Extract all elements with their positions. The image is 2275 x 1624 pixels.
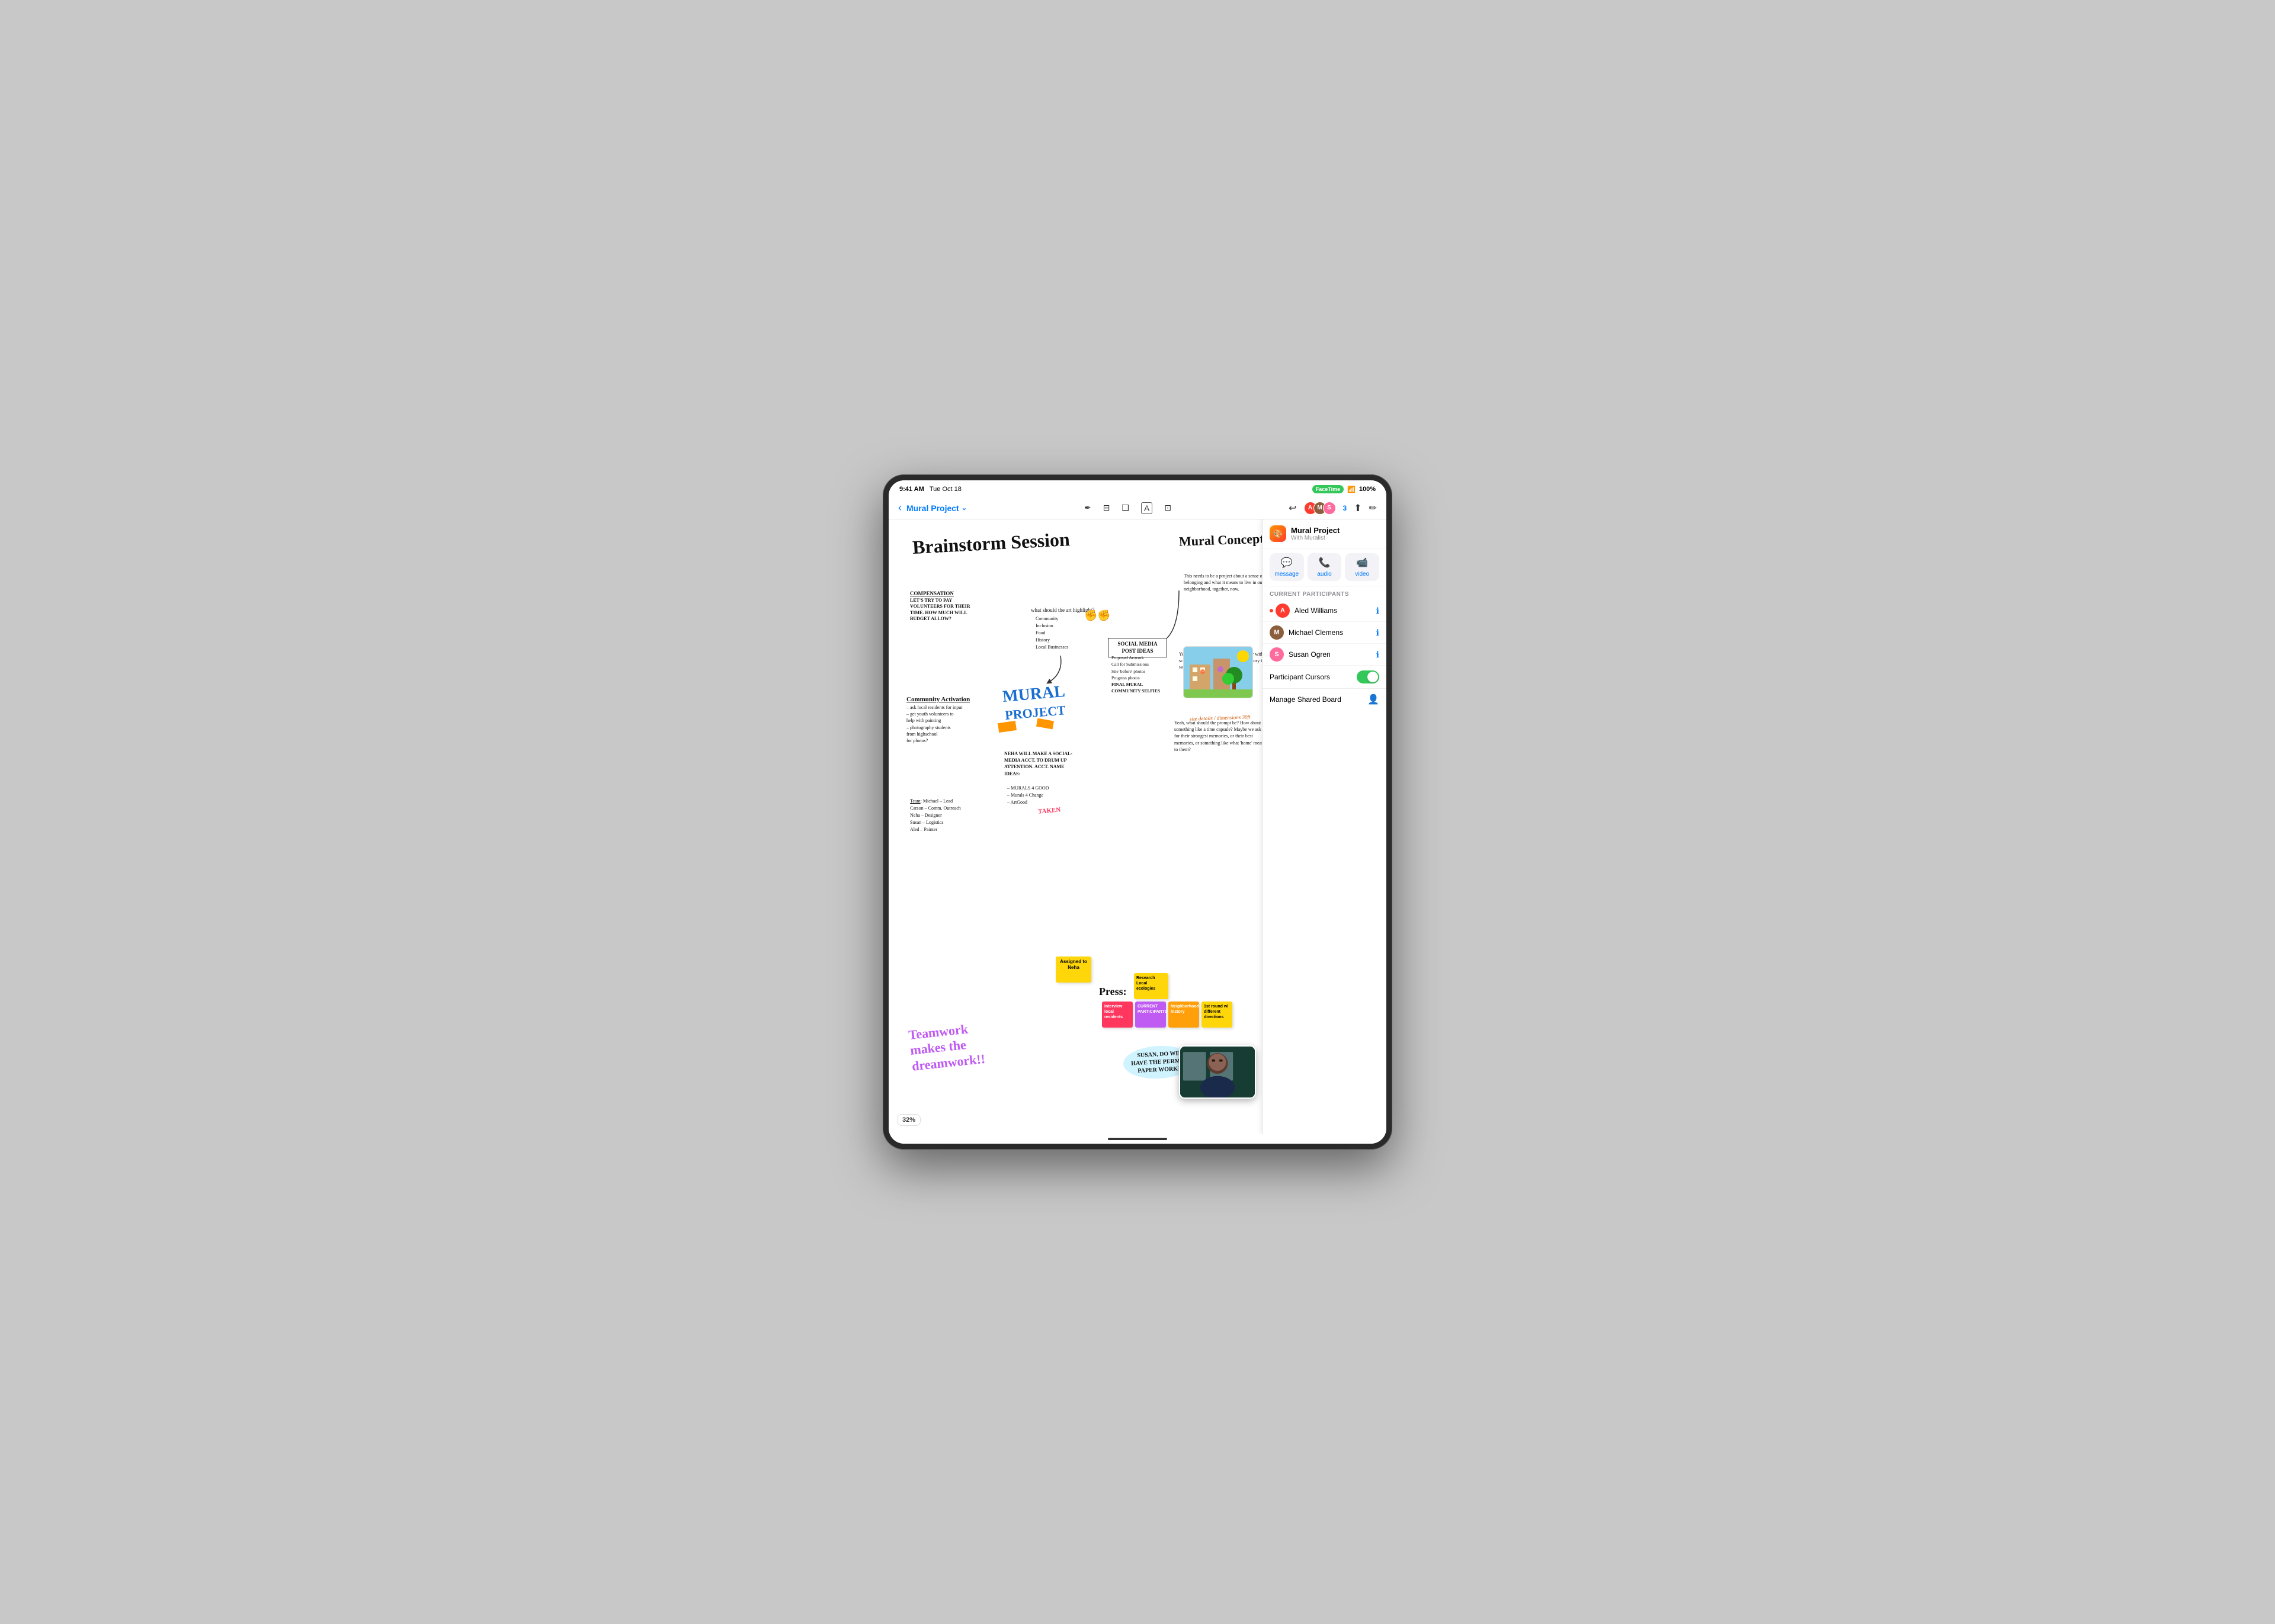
facetime-badge: FaceTime <box>1312 485 1344 493</box>
manage-board-icon: 👤 <box>1367 694 1379 705</box>
status-time: 9:41 AM <box>899 486 924 493</box>
brainstorm-title: Brainstorm Session <box>912 528 1070 559</box>
sticky-research: Research Local ecologies <box>1134 973 1168 999</box>
mural-project-logo: MURAL PROJECT <box>992 679 1069 739</box>
info-icon-susan[interactable]: ℹ <box>1376 650 1379 660</box>
participant-row: M Michael Clemens ℹ <box>1263 622 1386 644</box>
participant-cursors-toggle[interactable] <box>1357 670 1379 683</box>
participant-cursors-label: Participant Cursors <box>1270 673 1357 681</box>
pen-tool-icon[interactable]: ✒ <box>1084 503 1091 513</box>
toolbar-center: ✒ ⊟ ❑ A ⊡ <box>974 502 1281 514</box>
edit-icon[interactable]: ✏ <box>1369 502 1377 514</box>
contact-buttons: 💬 message 📞 audio 📹 video <box>1263 548 1386 586</box>
mural-image <box>1183 646 1253 698</box>
compensation-text: LET'S TRY TO PAY VOLUNTEERS FOR THEIR TI… <box>910 598 981 622</box>
compensation-heading: COMPENSATION <box>910 590 954 596</box>
taken-badge: TAKEN <box>1038 806 1061 815</box>
community-text: – ask local residents for input– get you… <box>906 704 983 744</box>
sidebar-panel: 🎨 Mural Project With Muralist 💬 message … <box>1262 519 1386 1134</box>
participants-section-label: CURRENT PARTICIPANTS <box>1263 586 1386 600</box>
toolbar: ‹ Mural Project ⌄ ✒ ⊟ ❑ A ⊡ ↩ A M S <box>889 497 1386 519</box>
message-label: message <box>1275 571 1299 577</box>
battery-text: 100% <box>1359 486 1376 493</box>
neha-text: NEHA WILL MAKE A SOCIAL-MEDIA ACCT. TO D… <box>1004 750 1081 777</box>
status-date: Tue Oct 18 <box>930 486 962 493</box>
participant-row: S Susan Ogren ℹ <box>1263 644 1386 666</box>
video-call-thumbnail <box>1179 1045 1256 1099</box>
status-right: FaceTime 📶 100% <box>1312 485 1376 493</box>
mural-concepts-title: Mural Concepts <box>1179 531 1270 549</box>
teamwork-text: Teamworkmakes thedreamwork!! <box>908 1017 1012 1074</box>
share-icon[interactable]: ⬆ <box>1354 502 1361 514</box>
wifi-icon: 📶 <box>1347 486 1356 493</box>
message-button[interactable]: 💬 message <box>1270 553 1304 581</box>
avatar-aled: A <box>1276 604 1290 618</box>
home-bar <box>1108 1138 1167 1140</box>
avatar-susan: S <box>1270 647 1284 662</box>
main-content: Brainstorm Session Mural Concepts COMPEN… <box>889 519 1386 1134</box>
app-icon: 🎨 <box>1270 525 1286 542</box>
media-icon[interactable]: ⊡ <box>1164 503 1171 513</box>
sticky-assigned-neha: Assigned to Neha <box>1056 957 1091 983</box>
sticky-first-round: 1st round w/ different directions <box>1201 1002 1232 1028</box>
online-dot <box>1270 609 1273 612</box>
acct-names: – MURALS 4 GOOD– Murals 4 Change– ArtGoo… <box>1007 785 1078 806</box>
info-icon-michael[interactable]: ℹ <box>1376 628 1379 638</box>
audio-button[interactable]: 📞 audio <box>1308 553 1342 581</box>
participant-name-aled: Aled Williams <box>1294 606 1372 615</box>
sidebar-header: 🎨 Mural Project With Muralist <box>1263 519 1386 548</box>
participant-row: A Aled Williams ℹ <box>1263 600 1386 622</box>
sticky-interview: Interview local residents <box>1102 1002 1133 1028</box>
text-icon[interactable]: A <box>1141 502 1152 514</box>
audio-label: audio <box>1317 571 1331 577</box>
participant-name-michael: Michael Clemens <box>1289 628 1372 637</box>
manage-shared-board-row[interactable]: Manage Shared Board 👤 <box>1263 689 1386 710</box>
back-button[interactable]: ‹ <box>898 502 902 514</box>
conversation-3: Yeah, what should the prompt be? How abo… <box>1174 720 1266 753</box>
message-icon: 💬 <box>1281 557 1293 569</box>
toolbar-left: ‹ Mural Project ⌄ <box>898 502 967 514</box>
status-left: 9:41 AM Tue Oct 18 <box>899 486 962 493</box>
avatar-michael: M <box>1270 625 1284 640</box>
participant-avatars[interactable]: A M S <box>1304 502 1336 515</box>
zoom-level[interactable]: 32% <box>897 1114 921 1126</box>
document-title[interactable]: Mural Project ⌄ <box>906 503 967 513</box>
emoji-fists: ✊✊ <box>1084 609 1111 622</box>
ipad-device: 9:41 AM Tue Oct 18 FaceTime 📶 100% ‹ Mur… <box>883 474 1392 1150</box>
social-items: Proposed ArtworkCall for SubmissionsSite… <box>1111 654 1171 695</box>
participant-name-susan: Susan Ogren <box>1289 650 1372 659</box>
community-heading: Community Activation <box>906 696 970 703</box>
home-indicator <box>889 1134 1386 1144</box>
press-label: Press: <box>1099 986 1127 998</box>
app-name: Mural Project <box>1291 526 1340 535</box>
participant-cursors-row: Participant Cursors <box>1263 666 1386 689</box>
toolbar-right: ↩ A M S 3 ⬆ ✏ <box>1289 502 1377 515</box>
art-items: CommunityInclusionFoodHistoryLocal Busin… <box>1036 615 1068 651</box>
avatar-susan: S <box>1323 502 1336 515</box>
info-icon-aled[interactable]: ℹ <box>1376 606 1379 616</box>
team-text: Team: Michael – LeadCarson – Comm. Outre… <box>910 798 993 833</box>
chevron-down-icon: ⌄ <box>962 504 967 512</box>
app-row: 🎨 Mural Project With Muralist <box>1270 525 1379 542</box>
objects-icon[interactable]: ❑ <box>1122 503 1129 513</box>
manage-shared-board-label: Manage Shared Board <box>1270 695 1363 704</box>
phone-icon: 📞 <box>1319 557 1331 569</box>
sticky-site-specific: CURRENT PARTICIPANTS <box>1135 1002 1166 1028</box>
svg-text:MURAL: MURAL <box>1002 682 1066 706</box>
svg-text:PROJECT: PROJECT <box>1004 702 1066 723</box>
video-icon: 📹 <box>1356 557 1368 569</box>
ipad-screen: 9:41 AM Tue Oct 18 FaceTime 📶 100% ‹ Mur… <box>889 480 1386 1144</box>
status-bar: 9:41 AM Tue Oct 18 FaceTime 📶 100% <box>889 480 1386 497</box>
app-subtitle: With Muralist <box>1291 535 1340 541</box>
video-button[interactable]: 📹 video <box>1345 553 1379 581</box>
undo-icon[interactable]: ↩ <box>1289 502 1296 514</box>
toggle-knob <box>1367 672 1378 682</box>
shapes-icon[interactable]: ⊟ <box>1103 503 1110 513</box>
sticky-neighborhood: Neighborhood history <box>1168 1002 1199 1028</box>
participants-count: 3 <box>1343 504 1347 512</box>
video-label: video <box>1355 571 1369 577</box>
